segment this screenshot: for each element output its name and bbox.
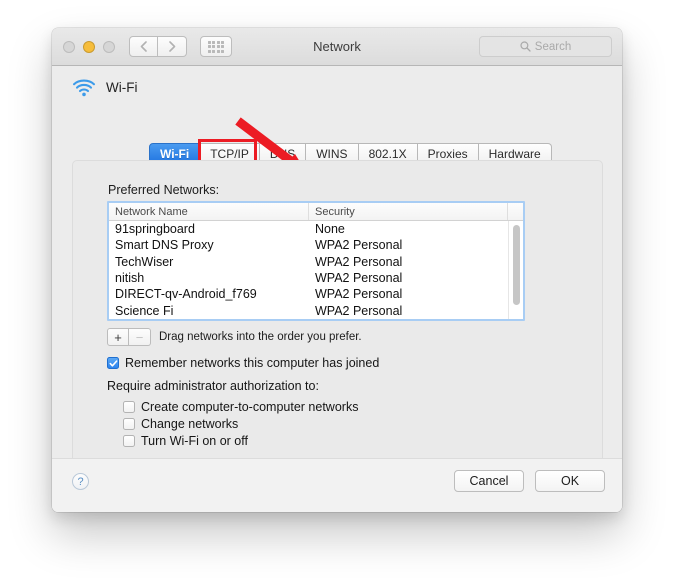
- navigation-buttons: [129, 36, 187, 57]
- cell-security: WPA2 Personal: [315, 287, 403, 302]
- back-chevron-icon: [140, 41, 147, 52]
- cell-network-name: Smart DNS Proxy: [115, 238, 214, 253]
- table-header-row: Network Name Security: [109, 203, 523, 221]
- cancel-button[interactable]: Cancel: [454, 470, 524, 492]
- change-networks-row[interactable]: Change networks: [123, 417, 238, 431]
- cell-security: WPA2 Personal: [315, 254, 403, 269]
- turn-wifi-row[interactable]: Turn Wi-Fi on or off: [123, 434, 248, 448]
- cell-network-name: DIRECT-qv-Android_f769: [115, 287, 257, 302]
- table-row[interactable]: 91springboard None: [109, 221, 523, 237]
- traffic-light-buttons: [63, 40, 115, 53]
- checkmark-icon: [109, 359, 117, 367]
- remember-networks-row[interactable]: Remember networks this computer has join…: [107, 356, 379, 370]
- forward-chevron-icon: [168, 41, 175, 52]
- change-networks-checkbox[interactable]: [123, 418, 135, 430]
- minimize-button[interactable]: [83, 40, 95, 53]
- remember-networks-checkbox[interactable]: [107, 357, 119, 369]
- column-header-network-name[interactable]: Network Name: [109, 203, 309, 220]
- wifi-icon: [72, 79, 96, 97]
- window-body: Wi-Fi Wi-Fi TCP/IP DNS WINS 802.1X Proxi…: [52, 66, 622, 512]
- table-row[interactable]: Science Fi WPA2 Personal: [109, 302, 523, 318]
- search-icon: [520, 41, 531, 52]
- table-row[interactable]: Smart DNS Proxy WPA2 Personal: [109, 237, 523, 253]
- back-button[interactable]: [129, 36, 158, 57]
- cell-security: WPA2 Personal: [315, 238, 403, 253]
- cell-network-name: 91springboard: [115, 222, 195, 237]
- table-row[interactable]: nitish WPA2 Personal: [109, 270, 523, 286]
- cell-security: None: [315, 222, 345, 237]
- service-name: Wi-Fi: [106, 80, 138, 95]
- close-button[interactable]: [63, 40, 75, 53]
- table-scrollbar[interactable]: [508, 221, 523, 319]
- table-row[interactable]: TechWiser WPA2 Personal: [109, 254, 523, 270]
- window-footer: ? Cancel OK: [52, 458, 622, 512]
- window-titlebar: Network Search: [52, 28, 622, 66]
- zoom-button[interactable]: [103, 40, 115, 53]
- cell-network-name: TechWiser: [115, 254, 174, 269]
- remember-networks-label: Remember networks this computer has join…: [125, 356, 380, 370]
- service-header: Wi-Fi: [72, 78, 137, 97]
- table-scrollbar-thumb[interactable]: [513, 225, 520, 305]
- help-button[interactable]: ?: [72, 473, 89, 490]
- create-networks-checkbox[interactable]: [123, 401, 135, 413]
- create-networks-row[interactable]: Create computer-to-computer networks: [123, 400, 358, 414]
- ok-button[interactable]: OK: [535, 470, 605, 492]
- column-header-spacer: [508, 203, 523, 220]
- cell-security: WPA2 Personal: [315, 303, 403, 318]
- preferred-networks-label: Preferred Networks:: [108, 183, 220, 197]
- preferred-networks-table[interactable]: Network Name Security 91springboard None…: [107, 201, 525, 321]
- forward-button[interactable]: [158, 36, 187, 57]
- network-list-controls: + − Drag networks into the order you pre…: [107, 328, 362, 346]
- cell-network-name: Science Fi: [115, 303, 174, 318]
- network-preferences-window: Network Search Wi-Fi Wi-Fi TCP/IP DNS WI…: [52, 28, 622, 512]
- column-header-security[interactable]: Security: [309, 203, 508, 220]
- turn-wifi-label: Turn Wi-Fi on or off: [141, 434, 248, 448]
- add-remove-button-group: + −: [107, 328, 151, 346]
- admin-authorization-label: Require administrator authorization to:: [107, 379, 319, 393]
- show-all-button[interactable]: [200, 36, 232, 57]
- cell-network-name: nitish: [115, 271, 145, 286]
- search-placeholder: Search: [534, 40, 572, 53]
- change-networks-label: Change networks: [141, 417, 239, 431]
- drag-hint-text: Drag networks into the order you prefer.: [159, 331, 362, 343]
- search-field[interactable]: Search: [479, 36, 612, 57]
- remove-network-button[interactable]: −: [129, 328, 151, 346]
- cell-security: WPA2 Personal: [315, 271, 403, 286]
- add-network-button[interactable]: +: [107, 328, 129, 346]
- create-networks-label: Create computer-to-computer networks: [141, 400, 359, 414]
- table-body: 91springboard None Smart DNS Proxy WPA2 …: [109, 221, 523, 319]
- show-all-icon: [207, 40, 225, 53]
- turn-wifi-checkbox[interactable]: [123, 435, 135, 447]
- table-row[interactable]: DIRECT-qv-Android_f769 WPA2 Personal: [109, 286, 523, 302]
